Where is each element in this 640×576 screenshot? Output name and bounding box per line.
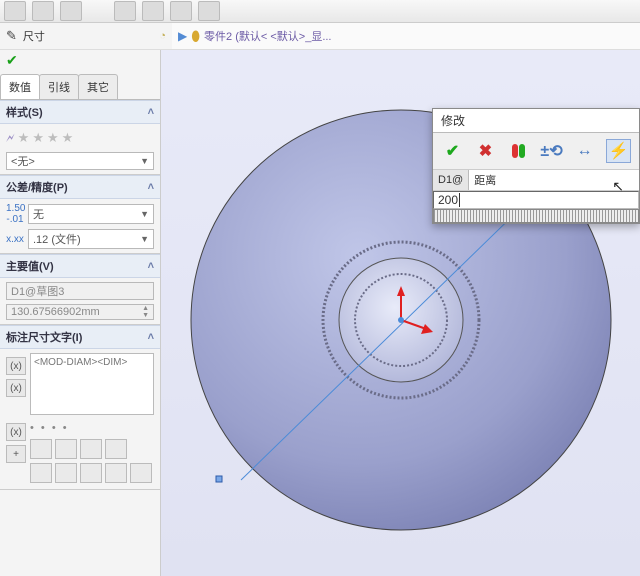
justify-icon[interactable] xyxy=(105,439,127,459)
toolbar-icon[interactable] xyxy=(170,1,192,21)
symbol-icon[interactable] xyxy=(80,463,102,483)
spin-up-icon[interactable]: ▲ xyxy=(142,305,149,312)
chevron-up-icon: ˄ xyxy=(148,181,154,193)
toolbar-icon[interactable] xyxy=(114,1,136,21)
star-icon[interactable]: ★ xyxy=(18,130,30,146)
star-icon[interactable]: ★ xyxy=(62,130,74,146)
style-select[interactable]: <无>▼ xyxy=(6,152,154,170)
chevron-up-icon: ˄ xyxy=(148,331,154,343)
confirm-icon[interactable]: ✔ xyxy=(0,50,160,74)
text-option-icon[interactable]: + xyxy=(6,445,26,463)
star-icon[interactable]: ★ xyxy=(32,130,44,146)
part-icon: ⬮ xyxy=(191,28,200,45)
text-option-icon[interactable]: (x) xyxy=(6,379,26,397)
help-icon[interactable]: ◔ xyxy=(159,30,166,42)
flip-icon[interactable]: ↔ xyxy=(573,140,596,162)
breadcrumb-arrow-icon[interactable]: ▶ xyxy=(178,29,187,43)
star-icon[interactable]: ★ xyxy=(47,130,59,146)
justify-row xyxy=(30,437,154,461)
toolbar-icon[interactable] xyxy=(60,1,82,21)
precision-icon: x.xx xyxy=(6,234,24,245)
text-option-icon[interactable]: (x) xyxy=(6,423,26,441)
toolbar-icon[interactable] xyxy=(142,1,164,21)
dim-label: D1@ xyxy=(433,170,469,190)
precision-select[interactable]: .12 (文件)▼ xyxy=(28,229,154,249)
section-primary[interactable]: 主要值(V)˄ xyxy=(0,254,160,278)
thumbwheel[interactable] xyxy=(433,209,639,223)
property-manager: ✔ 数值 引线 其它 样式(S)˄ 🗲 ★ ★ ★ ★ <无>▼ xyxy=(0,50,161,576)
tab-other[interactable]: 其它 xyxy=(78,74,118,99)
section-dimtext[interactable]: 标注尺寸文字(I)˄ xyxy=(0,325,160,349)
spin-down-icon[interactable]: ▼ xyxy=(142,312,149,319)
toolbar-icon[interactable] xyxy=(32,1,54,21)
wand-icon[interactable]: ⚡ xyxy=(606,139,631,163)
tab-leader[interactable]: 引线 xyxy=(39,74,79,99)
justify-icon[interactable] xyxy=(30,439,52,459)
section-tolerance[interactable]: 公差/精度(P)˄ xyxy=(0,175,160,199)
more-dots: • • • • xyxy=(30,419,154,437)
breadcrumb[interactable]: 零件2 (默认< <默认>_显... xyxy=(204,28,331,44)
graphics-viewport[interactable]: 修改 ✔ ✖ ±⟲ ↔ ⚡ D1@ 距离 200 ↖ xyxy=(161,50,640,576)
ok-button[interactable]: ✔ xyxy=(441,140,464,162)
dimension-text-box[interactable]: <MOD-DIAM><DIM> xyxy=(30,353,154,415)
symbol-icon[interactable] xyxy=(30,463,52,483)
traffic-icon[interactable] xyxy=(507,140,530,162)
chevron-down-icon: ▼ xyxy=(140,156,149,166)
symbol-icon[interactable] xyxy=(105,463,127,483)
symbol-icon[interactable] xyxy=(55,463,77,483)
favorite-row: 🗲 ★ ★ ★ ★ xyxy=(6,128,154,148)
dim-field[interactable]: 距离 xyxy=(469,170,639,190)
chevron-up-icon: ˄ xyxy=(148,106,154,118)
dim-value-input[interactable]: 130.67566902mm ▲▼ xyxy=(6,304,154,320)
dialog-title: 修改 xyxy=(433,109,639,133)
symbol-row xyxy=(30,461,154,485)
section-style[interactable]: 样式(S)˄ xyxy=(0,100,160,124)
favorite-icon[interactable]: 🗲 xyxy=(6,130,15,146)
cancel-button[interactable]: ✖ xyxy=(474,140,497,162)
rebuild-icon[interactable]: ±⟲ xyxy=(540,140,563,162)
toolbar-icon[interactable] xyxy=(4,1,26,21)
symbol-icon[interactable] xyxy=(130,463,152,483)
app-toolbar xyxy=(0,0,640,23)
tab-value[interactable]: 数值 xyxy=(0,74,40,99)
dimension-icon: ✎ xyxy=(6,28,17,44)
chevron-up-icon: ˄ xyxy=(148,260,154,272)
toolbar-icon[interactable] xyxy=(198,1,220,21)
tolerance-select[interactable]: 无▼ xyxy=(28,204,154,224)
chevron-down-icon: ▼ xyxy=(140,209,149,219)
pm-title: 尺寸 xyxy=(23,28,45,44)
text-option-icon[interactable]: (x) xyxy=(6,357,26,375)
dim-name-input[interactable]: D1@草图3 xyxy=(6,282,154,300)
pm-tabs: 数值 引线 其它 xyxy=(0,74,160,100)
tolerance-icon: 1.50-.01 xyxy=(6,203,24,225)
justify-icon[interactable] xyxy=(55,439,77,459)
justify-icon[interactable] xyxy=(80,439,102,459)
modify-dialog: 修改 ✔ ✖ ±⟲ ↔ ⚡ D1@ 距离 200 xyxy=(432,108,640,224)
chevron-down-icon: ▼ xyxy=(140,234,149,244)
value-input[interactable]: 200 xyxy=(433,191,639,209)
